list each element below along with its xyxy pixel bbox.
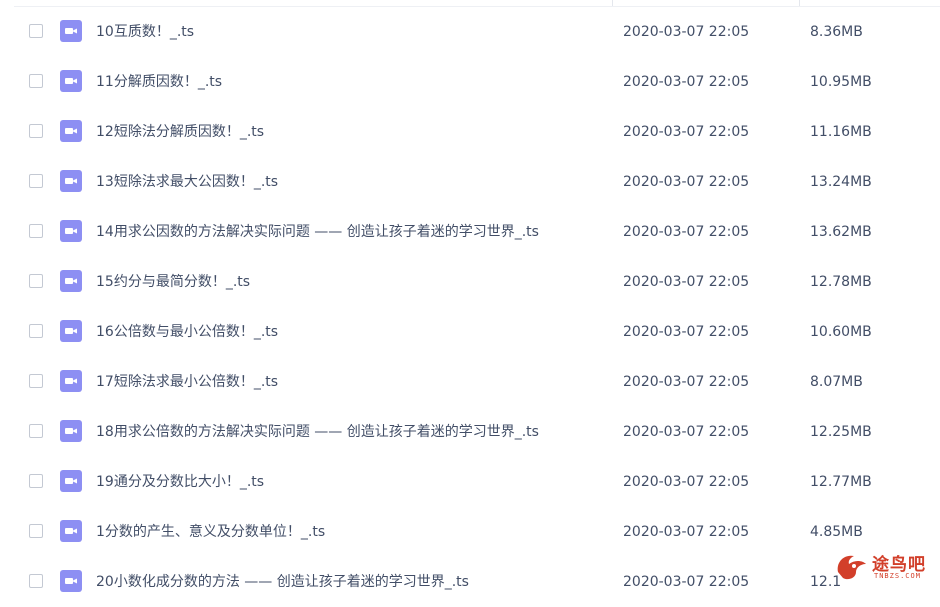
file-row[interactable]: 19通分及分数比大小！_.ts 2020-03-07 22:05 12.77MB bbox=[0, 457, 940, 507]
row-checkbox[interactable] bbox=[29, 474, 43, 488]
row-checkbox[interactable] bbox=[29, 574, 43, 588]
row-checkbox[interactable] bbox=[29, 124, 43, 138]
file-name[interactable]: 10互质数！_.ts bbox=[96, 7, 596, 57]
file-row[interactable]: 1分数的产生、意义及分数单位！_.ts 2020-03-07 22:05 4.85M… bbox=[0, 507, 940, 557]
row-checkbox[interactable] bbox=[29, 24, 43, 38]
file-size: 10.95MB bbox=[810, 74, 872, 90]
file-row[interactable]: 15约分与最简分数！_.ts 2020-03-07 22:05 12.78MB bbox=[0, 257, 940, 307]
row-checkbox[interactable] bbox=[29, 274, 43, 288]
file-date: 2020-03-07 22:05 bbox=[623, 174, 750, 190]
file-name[interactable]: 12短除法分解质因数！_.ts bbox=[96, 107, 596, 157]
file-date: 2020-03-07 22:05 bbox=[623, 224, 750, 240]
file-row[interactable]: 16公倍数与最小公倍数！_.ts 2020-03-07 22:05 10.60MB bbox=[0, 307, 940, 357]
file-date: 2020-03-07 22:05 bbox=[623, 524, 750, 540]
file-date: 2020-03-07 22:05 bbox=[623, 24, 750, 40]
file-row[interactable]: 18用求公倍数的方法解决实际问题 —— 创造让孩子着迷的学习世界_.ts 2020… bbox=[0, 407, 940, 457]
file-row[interactable]: 14用求公因数的方法解决实际问题 —— 创造让孩子着迷的学习世界_.ts 2020… bbox=[0, 207, 940, 257]
file-date: 2020-03-07 22:05 bbox=[623, 424, 750, 440]
file-row[interactable]: 10互质数！_.ts 2020-03-07 22:05 8.36MB bbox=[0, 7, 940, 57]
video-file-icon bbox=[60, 120, 82, 142]
row-checkbox[interactable] bbox=[29, 174, 43, 188]
video-file-icon bbox=[60, 170, 82, 192]
row-checkbox[interactable] bbox=[29, 424, 43, 438]
video-file-icon bbox=[60, 270, 82, 292]
file-size: 8.07MB bbox=[810, 374, 863, 390]
file-row[interactable]: 17短除法求最小公倍数！_.ts 2020-03-07 22:05 8.07MB bbox=[0, 357, 940, 407]
row-checkbox[interactable] bbox=[29, 74, 43, 88]
row-checkbox[interactable] bbox=[29, 524, 43, 538]
file-name[interactable]: 14用求公因数的方法解决实际问题 —— 创造让孩子着迷的学习世界_.ts bbox=[96, 207, 596, 257]
file-date: 2020-03-07 22:05 bbox=[623, 124, 750, 140]
file-date: 2020-03-07 22:05 bbox=[623, 474, 750, 490]
file-name[interactable]: 17短除法求最小公倍数！_.ts bbox=[96, 357, 596, 407]
bird-logo-icon bbox=[837, 555, 866, 580]
file-name[interactable]: 18用求公倍数的方法解决实际问题 —— 创造让孩子着迷的学习世界_.ts bbox=[96, 407, 596, 457]
file-size: 8.36MB bbox=[810, 24, 863, 40]
video-file-icon bbox=[60, 520, 82, 542]
file-name[interactable]: 11分解质因数！_.ts bbox=[96, 57, 596, 107]
file-date: 2020-03-07 22:05 bbox=[623, 324, 750, 340]
file-name[interactable]: 19通分及分数比大小！_.ts bbox=[96, 457, 596, 507]
file-name[interactable]: 16公倍数与最小公倍数！_.ts bbox=[96, 307, 596, 357]
file-name[interactable]: 20小数化成分数的方法 —— 创造让孩子着迷的学习世界_.ts bbox=[96, 557, 596, 607]
file-name[interactable]: 1分数的产生、意义及分数单位！_.ts bbox=[96, 507, 596, 557]
file-date: 2020-03-07 22:05 bbox=[623, 74, 750, 90]
file-date: 2020-03-07 22:05 bbox=[623, 374, 750, 390]
file-row[interactable]: 20小数化成分数的方法 —— 创造让孩子着迷的学习世界_.ts 2020-03-0… bbox=[0, 557, 940, 607]
video-file-icon bbox=[60, 320, 82, 342]
file-size: 12.25MB bbox=[810, 424, 872, 440]
video-file-icon bbox=[60, 370, 82, 392]
video-file-icon bbox=[60, 70, 82, 92]
file-size: 13.62MB bbox=[810, 224, 872, 240]
watermark-logo: 途鸟吧 TNBZS.COM bbox=[834, 546, 934, 586]
video-file-icon bbox=[60, 570, 82, 592]
file-list: 10互质数！_.ts 2020-03-07 22:05 8.36MB 11分解质因数！… bbox=[0, 0, 940, 592]
file-date: 2020-03-07 22:05 bbox=[623, 574, 750, 590]
file-name[interactable]: 15约分与最简分数！_.ts bbox=[96, 257, 596, 307]
file-size: 12.78MB bbox=[810, 274, 872, 290]
column-divider-size[interactable] bbox=[799, 0, 800, 6]
file-date: 2020-03-07 22:05 bbox=[623, 274, 750, 290]
video-file-icon bbox=[60, 220, 82, 242]
column-divider-date[interactable] bbox=[612, 0, 613, 6]
file-name[interactable]: 13短除法求最大公因数！_.ts bbox=[96, 157, 596, 207]
row-checkbox[interactable] bbox=[29, 324, 43, 338]
file-size: 11.16MB bbox=[810, 124, 872, 140]
file-row[interactable]: 11分解质因数！_.ts 2020-03-07 22:05 10.95MB bbox=[0, 57, 940, 107]
row-checkbox[interactable] bbox=[29, 374, 43, 388]
file-size: 12.77MB bbox=[810, 474, 872, 490]
watermark-subtext: TNBZS.COM bbox=[874, 572, 921, 580]
video-file-icon bbox=[60, 20, 82, 42]
file-size: 13.24MB bbox=[810, 174, 872, 190]
video-file-icon bbox=[60, 470, 82, 492]
file-size: 10.60MB bbox=[810, 324, 872, 340]
video-file-icon bbox=[60, 420, 82, 442]
file-row[interactable]: 12短除法分解质因数！_.ts 2020-03-07 22:05 11.16MB bbox=[0, 107, 940, 157]
row-checkbox[interactable] bbox=[29, 224, 43, 238]
file-row[interactable]: 13短除法求最大公因数！_.ts 2020-03-07 22:05 13.24MB bbox=[0, 157, 940, 207]
